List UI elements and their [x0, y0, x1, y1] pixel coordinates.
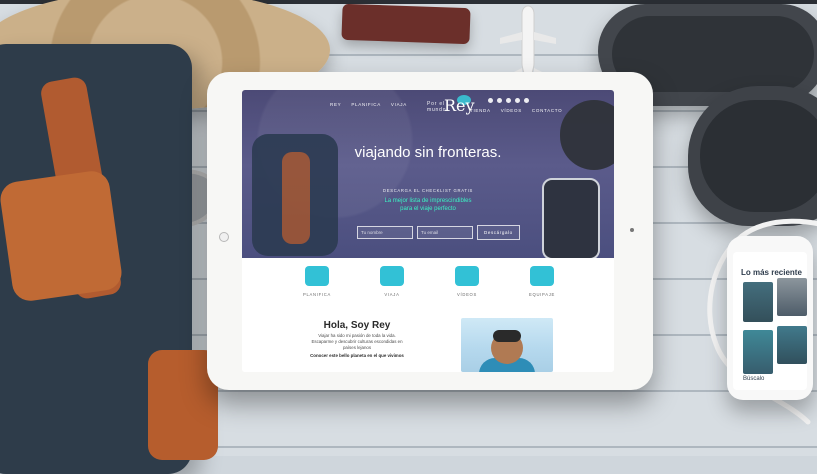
about-text-line: países lejanos	[342, 345, 372, 350]
phone-screen: Lo más reciente Búscalo	[733, 252, 807, 390]
about-strong: Conocer este bello planeta en el que viv…	[310, 353, 404, 358]
nav-item-rey[interactable]: Rey	[330, 102, 341, 107]
camera-icon	[455, 266, 479, 286]
phone-thumbnail[interactable]	[777, 326, 807, 364]
signup-form: Descárgalo	[357, 225, 520, 240]
category-planifica[interactable]: PLANIFICA	[280, 266, 354, 297]
phone-thumbnail[interactable]	[743, 282, 773, 322]
nav-item-tienda[interactable]: Tienda	[470, 108, 491, 113]
hero-subtitle-line: para el viaje perfecto	[400, 206, 456, 212]
social-icons	[488, 98, 529, 103]
tablet-screen: Rey Planifica Viaja Por el mundo Rey Tie…	[242, 90, 614, 372]
passport	[341, 3, 471, 45]
hero-section: Rey Planifica Viaja Por el mundo Rey Tie…	[242, 90, 614, 260]
nav-item-videos[interactable]: Vídeos	[501, 108, 522, 113]
category-label: PLANIFICA	[303, 292, 331, 297]
nav-right: Tienda Vídeos Contacto	[470, 108, 562, 113]
top-nav: Rey Planifica Viaja Por el mundo Rey Tie…	[242, 90, 614, 116]
category-label: VIAJA	[384, 292, 400, 297]
tablet-camera	[630, 228, 634, 232]
category-label: VÍDEOS	[456, 292, 478, 297]
phone-title: Lo más reciente	[741, 268, 802, 277]
email-field[interactable]	[417, 226, 473, 239]
nav-left: Rey Planifica Viaja	[330, 102, 407, 107]
ticket-icon	[305, 266, 329, 286]
author-photo	[461, 318, 553, 372]
category-videos[interactable]: VÍDEOS	[430, 266, 504, 297]
map-icon	[380, 266, 404, 286]
facebook-icon[interactable]	[488, 98, 493, 103]
category-label: EQUIPAJE	[529, 292, 555, 297]
about-text: Viajar ha sido mi pasión de toda la vida…	[272, 333, 442, 351]
nav-item-viaja[interactable]: Viaja	[391, 102, 407, 107]
hero-subtitle-line: La mejor lista de imprescindibles	[384, 198, 472, 204]
tablet-home-button	[219, 232, 229, 242]
hero-subtitle: La mejor lista de imprescindibles para e…	[242, 197, 614, 213]
category-row: PLANIFICA VIAJA VÍDEOS EQUIPAJE	[242, 258, 614, 316]
name-field[interactable]	[357, 226, 413, 239]
twitter-icon[interactable]	[497, 98, 502, 103]
photo-hair	[493, 330, 521, 342]
download-button[interactable]: Descárgalo	[477, 225, 520, 240]
instagram-icon[interactable]	[506, 98, 511, 103]
nav-item-contacto[interactable]: Contacto	[532, 108, 562, 113]
about-text-block: Hola, Soy Rey Viajar ha sido mi pasión d…	[272, 320, 442, 359]
about-section: Hola, Soy Rey Viajar ha sido mi pasión d…	[242, 316, 614, 372]
youtube-icon[interactable]	[515, 98, 520, 103]
about-title: Hola, Soy Rey	[323, 320, 391, 331]
category-viaja[interactable]: VIAJA	[355, 266, 429, 297]
site-logo[interactable]: Por el mundo Rey	[427, 94, 475, 120]
phone-thumbnail[interactable]	[743, 330, 773, 374]
hero-kicker: DESCARGA EL CHECKLIST GRATIS	[382, 188, 474, 193]
phone-thumbnail[interactable]	[777, 278, 807, 316]
shoe-right	[688, 86, 817, 226]
category-equipaje[interactable]: EQUIPAJE	[505, 266, 579, 297]
pinterest-icon[interactable]	[524, 98, 529, 103]
phone-search-label: Búscalo	[743, 376, 765, 382]
nav-item-planifica[interactable]: Planifica	[351, 102, 381, 107]
hero-title: viajando sin fronteras.	[354, 144, 502, 161]
bag-pocket	[0, 168, 124, 304]
suitcase-icon	[530, 266, 554, 286]
